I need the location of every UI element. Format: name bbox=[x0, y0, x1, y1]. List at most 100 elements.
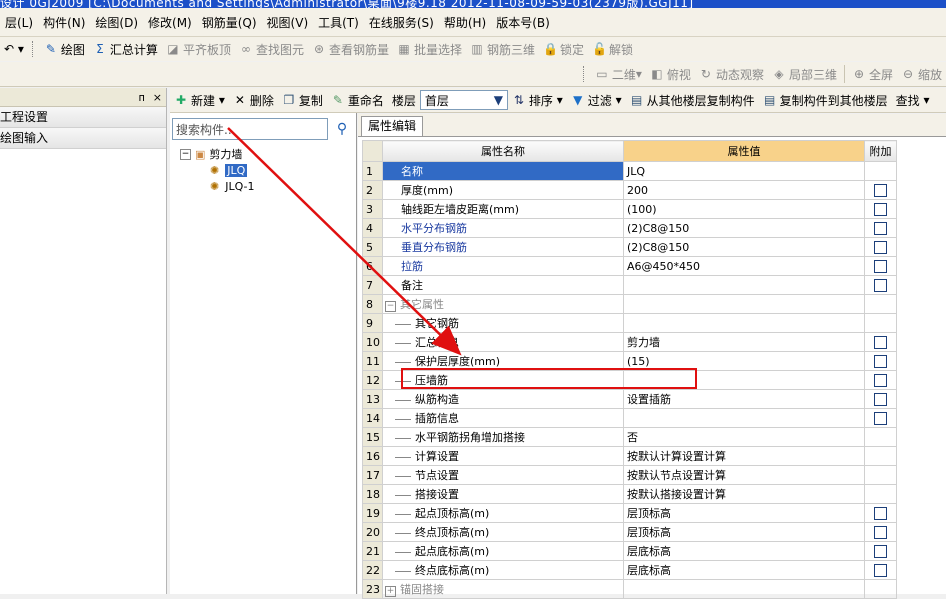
property-row[interactable]: 16 计算设置 按默认计算设置计算 bbox=[362, 446, 897, 466]
expand-icon[interactable]: + bbox=[385, 586, 396, 597]
property-row[interactable]: 6 拉筋 A6@450*450 bbox=[362, 256, 897, 276]
property-value-cell[interactable]: (100) bbox=[623, 199, 865, 219]
property-row[interactable]: 4 水平分布钢筋 (2)C8@150 bbox=[362, 218, 897, 238]
property-name-cell[interactable]: 拉筋 bbox=[382, 256, 624, 276]
property-row[interactable]: 2 厚度(mm) 200 bbox=[362, 180, 897, 200]
toolbar-button[interactable]: ⊖ 缩放 bbox=[897, 63, 946, 85]
extra-checkbox[interactable] bbox=[874, 335, 887, 349]
property-name-cell[interactable]: 轴线距左墙皮距离(mm) bbox=[382, 199, 624, 219]
property-row[interactable]: 23 + 锚固搭接 bbox=[362, 579, 897, 599]
property-value-cell[interactable]: 层底标高 bbox=[623, 541, 865, 561]
property-row[interactable]: 5 垂直分布钢筋 (2)C8@150 bbox=[362, 237, 897, 257]
tab-property-edit[interactable]: 属性编辑 bbox=[361, 116, 424, 136]
toolbar-button[interactable]: 🔓 解锁 bbox=[588, 38, 637, 60]
property-name-cell[interactable]: + 锚固搭接 bbox=[382, 579, 624, 599]
property-value-cell[interactable] bbox=[623, 275, 865, 295]
extra-cell[interactable] bbox=[864, 180, 897, 200]
undo-icon[interactable]: ↶ ▾ bbox=[0, 38, 28, 60]
property-name-cell[interactable]: 其它钢筋 bbox=[382, 313, 624, 333]
property-name-cell[interactable]: 名称 bbox=[382, 161, 624, 181]
toolbar-button[interactable]: ↻ 动态观察 bbox=[695, 63, 768, 85]
nav-item-drawing-input[interactable]: 绘图输入 bbox=[0, 128, 166, 149]
property-value-cell[interactable] bbox=[623, 408, 865, 428]
new-button[interactable]: ✚ 新建 ▾ bbox=[170, 89, 229, 111]
sort-button[interactable]: ⇅ 排序 ▾ bbox=[508, 89, 567, 111]
copy-button[interactable]: ❐ 复制 bbox=[278, 89, 327, 111]
property-row[interactable]: 20 终点顶标高(m) 层顶标高 bbox=[362, 522, 897, 542]
menu-item[interactable]: 层(L) bbox=[0, 14, 38, 31]
property-value-cell[interactable]: 按默认计算设置计算 bbox=[623, 446, 865, 466]
property-value-cell[interactable]: 200 bbox=[623, 180, 865, 200]
property-row[interactable]: 15 水平钢筋拐角增加搭接 否 bbox=[362, 427, 897, 447]
menu-item[interactable]: 构件(N) bbox=[38, 14, 90, 31]
rename-button[interactable]: ✎ 重命名 bbox=[327, 89, 388, 111]
extra-checkbox[interactable] bbox=[874, 373, 887, 387]
property-row[interactable]: 13 纵筋构造 设置插筋 bbox=[362, 389, 897, 409]
menu-item[interactable]: 修改(M) bbox=[143, 14, 197, 31]
property-value-cell[interactable]: 层底标高 bbox=[623, 560, 865, 580]
extra-cell[interactable] bbox=[864, 408, 897, 428]
menu-item[interactable]: 在线服务(S) bbox=[364, 14, 439, 31]
collapse-icon[interactable]: − bbox=[180, 148, 191, 160]
toolbar-button[interactable]: ◪ 平齐板顶 bbox=[162, 38, 235, 60]
property-row[interactable]: 18 搭接设置 按默认搭接设置计算 bbox=[362, 484, 897, 504]
pin-icon[interactable]: ᴨ bbox=[139, 91, 145, 104]
close-icon[interactable]: × bbox=[153, 91, 162, 104]
property-name-cell[interactable]: 起点顶标高(m) bbox=[382, 503, 624, 523]
extra-checkbox[interactable] bbox=[874, 506, 887, 520]
extra-cell[interactable] bbox=[864, 351, 897, 371]
extra-cell[interactable] bbox=[864, 389, 897, 409]
property-name-cell[interactable]: 水平分布钢筋 bbox=[382, 218, 624, 238]
property-name-cell[interactable]: 备注 bbox=[382, 275, 624, 295]
menu-item[interactable]: 视图(V) bbox=[262, 14, 314, 31]
collapse-icon[interactable]: − bbox=[385, 301, 396, 312]
extra-cell[interactable] bbox=[864, 256, 897, 276]
extra-checkbox[interactable] bbox=[874, 354, 887, 368]
menu-item[interactable]: 帮助(H) bbox=[439, 14, 491, 31]
extra-checkbox[interactable] bbox=[874, 259, 887, 273]
extra-checkbox[interactable] bbox=[874, 240, 887, 254]
extra-cell[interactable] bbox=[864, 522, 897, 542]
extra-cell[interactable] bbox=[864, 237, 897, 257]
property-row[interactable]: 7 备注 bbox=[362, 275, 897, 295]
tree-node-jlq[interactable]: ✺ JLQ bbox=[180, 162, 255, 178]
property-row[interactable]: 9 其它钢筋 bbox=[362, 313, 897, 333]
delete-button[interactable]: ✕ 删除 bbox=[229, 89, 278, 111]
toolbar-button[interactable]: ▦ 批量选择 bbox=[393, 38, 466, 60]
property-row[interactable]: 3 轴线距左墙皮距离(mm) (100) bbox=[362, 199, 897, 219]
property-value-cell[interactable]: 层顶标高 bbox=[623, 503, 865, 523]
property-name-cell[interactable]: 水平钢筋拐角增加搭接 bbox=[382, 427, 624, 447]
menu-item[interactable]: 钢筋量(Q) bbox=[197, 14, 262, 31]
extra-checkbox[interactable] bbox=[874, 392, 887, 406]
find-button[interactable]: 查找 ▾ bbox=[892, 89, 934, 111]
property-row[interactable]: 21 起点底标高(m) 层底标高 bbox=[362, 541, 897, 561]
copy-from-floor-button[interactable]: ▤ 从其他楼层复制构件 bbox=[626, 89, 759, 111]
property-value-cell[interactable] bbox=[623, 294, 865, 314]
property-name-cell[interactable]: 节点设置 bbox=[382, 465, 624, 485]
extra-cell[interactable] bbox=[864, 370, 897, 390]
extra-cell[interactable] bbox=[864, 218, 897, 238]
property-name-cell[interactable]: − 其它属性 bbox=[382, 294, 624, 314]
toolbar-button[interactable]: ◧ 俯视 bbox=[646, 63, 695, 85]
property-name-cell[interactable]: 纵筋构造 bbox=[382, 389, 624, 409]
extra-checkbox[interactable] bbox=[874, 411, 887, 425]
toolbar-button[interactable]: ▥ 钢筋三维 bbox=[466, 38, 539, 60]
menu-item[interactable]: 绘图(D) bbox=[90, 14, 143, 31]
extra-checkbox[interactable] bbox=[874, 563, 887, 577]
property-name-cell[interactable]: 终点底标高(m) bbox=[382, 560, 624, 580]
floor-select[interactable]: 首层 ▼ bbox=[419, 90, 508, 110]
property-name-cell[interactable]: 计算设置 bbox=[382, 446, 624, 466]
toolbar-button[interactable]: Σ 汇总计算 bbox=[89, 38, 162, 60]
property-value-cell[interactable]: 否 bbox=[623, 427, 865, 447]
toolbar-button[interactable]: 🔒 锁定 bbox=[539, 38, 588, 60]
copy-to-floor-button[interactable]: ▤ 复制构件到其他楼层 bbox=[759, 89, 892, 111]
toolbar-button[interactable]: ▭ 二维 ▾ bbox=[591, 63, 646, 85]
property-row[interactable]: 8− 其它属性 bbox=[362, 294, 897, 314]
extra-cell[interactable] bbox=[864, 332, 897, 352]
toolbar-button[interactable]: ◈ 局部三维 bbox=[768, 63, 841, 85]
menu-item[interactable]: 工具(T) bbox=[313, 14, 364, 31]
toolbar-button[interactable]: ⊛ 查看钢筋量 bbox=[308, 38, 393, 60]
property-row[interactable]: 22 终点底标高(m) 层底标高 bbox=[362, 560, 897, 580]
menu-item[interactable]: 版本号(B) bbox=[491, 14, 555, 31]
property-value-cell[interactable]: 剪力墙 bbox=[623, 332, 865, 352]
